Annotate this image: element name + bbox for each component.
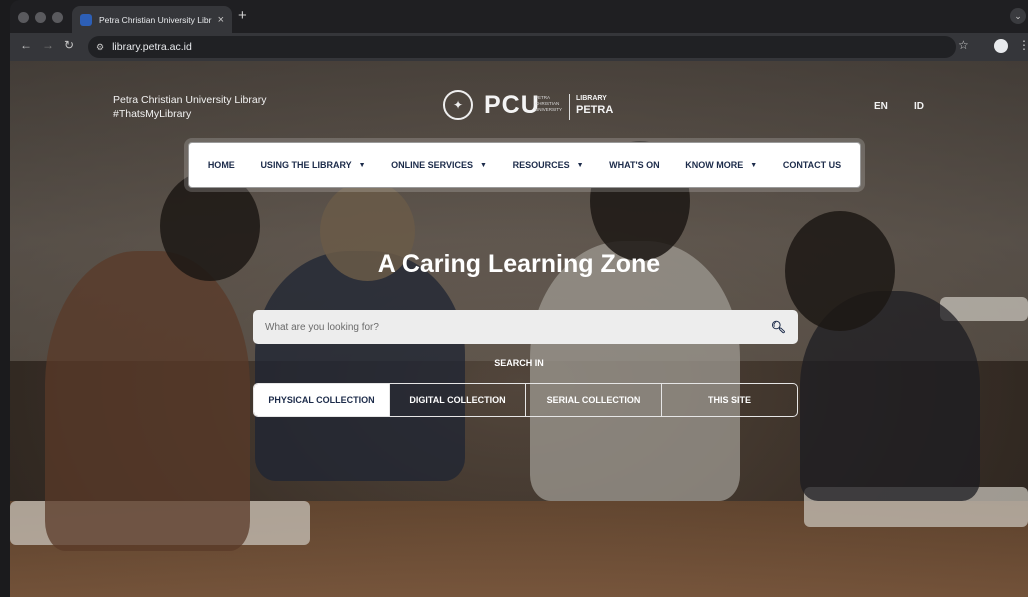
nav-whats-on[interactable]: WHAT'S ON — [609, 160, 659, 170]
scope-physical-collection[interactable]: PHYSICAL COLLECTION — [254, 384, 389, 416]
back-icon[interactable]: ← — [20, 38, 32, 52]
nav-using-the-library[interactable]: USING THE LIBRARY ▼ — [260, 160, 365, 170]
search-input[interactable]: What are you looking for? — [265, 322, 771, 333]
site-brand[interactable]: Petra Christian University Library #That… — [113, 93, 266, 121]
search-box[interactable]: What are you looking for? 🔍︎ — [253, 310, 798, 344]
reload-icon[interactable]: ↻ — [64, 38, 74, 52]
scope-digital-collection[interactable]: DIGITAL COLLECTION — [389, 384, 525, 416]
caret-down-icon: ▼ — [480, 161, 487, 169]
tab-strip: Petra Christian University Libr × + ⌄ — [10, 0, 1028, 33]
caret-down-icon: ▼ — [576, 161, 584, 169]
photo-person-1 — [45, 251, 250, 551]
browser-tab[interactable]: Petra Christian University Libr × — [72, 6, 232, 33]
browser-toolbar: ← → ↻ ⚙ library.petra.ac.id ☆ ⋮ — [10, 33, 1028, 61]
university-seal-icon[interactable]: ✦ — [443, 90, 473, 120]
petra-logo-text: PETRA — [576, 104, 614, 116]
site-settings-icon[interactable]: ⚙ — [96, 42, 104, 53]
nav-home[interactable]: HOME — [208, 160, 235, 170]
nav-online-services[interactable]: ONLINE SERVICES ▼ — [391, 160, 487, 170]
address-bar[interactable]: ⚙ library.petra.ac.id — [88, 36, 956, 58]
language-id-link[interactable]: ID — [914, 101, 924, 112]
browser-window: Petra Christian University Libr × + ⌄ ← … — [10, 0, 1028, 597]
library-logo-text: LIBRARY — [576, 95, 607, 102]
close-tab-icon[interactable]: × — [218, 14, 224, 26]
caret-down-icon: ▼ — [358, 161, 366, 169]
nav-resources-label: RESOURCES — [512, 160, 570, 170]
minimize-window-button[interactable] — [35, 12, 46, 23]
nav-resources[interactable]: RESOURCES ▼ — [513, 160, 584, 170]
zoom-window-button[interactable] — [52, 12, 63, 23]
nav-know-more-label: KNOW MORE — [685, 160, 744, 170]
brand-hashtag: #ThatsMyLibrary — [113, 108, 192, 120]
url-text: library.petra.ac.id — [112, 41, 192, 53]
library-homepage: Petra Christian University Library #That… — [10, 61, 1028, 597]
close-window-button[interactable] — [18, 12, 29, 23]
nav-contact-us-label: CONTACT US — [782, 160, 842, 170]
nav-know-more[interactable]: KNOW MORE ▼ — [685, 160, 757, 170]
forward-icon[interactable]: → — [42, 38, 54, 52]
nav-home-label: HOME — [207, 160, 235, 170]
hero-title: A Caring Learning Zone — [377, 250, 661, 278]
nav-using-the-library-label: USING THE LIBRARY — [260, 160, 352, 170]
browser-menu-icon[interactable]: ⋮ — [1018, 38, 1028, 52]
photo-person-3 — [530, 241, 740, 501]
logo-divider — [569, 94, 570, 120]
nav-online-services-label: ONLINE SERVICES — [391, 160, 474, 170]
pcu-logo-subtext: PETRA CHRISTIAN UNIVERSITY — [535, 95, 563, 112]
pcu-logo-text[interactable]: PCU — [484, 91, 540, 120]
profile-avatar-icon[interactable] — [994, 39, 1008, 53]
nav-contact-us[interactable]: CONTACT US — [783, 160, 841, 170]
brand-name: Petra Christian University Library — [113, 94, 267, 106]
language-en-link[interactable]: EN — [874, 101, 888, 112]
bookmark-star-icon[interactable]: ☆ — [958, 38, 969, 52]
search-icon[interactable]: 🔍︎ — [771, 320, 786, 334]
search-scope-selector: PHYSICAL COLLECTION DIGITAL COLLECTION S… — [253, 383, 798, 417]
scope-serial-collection[interactable]: SERIAL COLLECTION — [525, 384, 661, 416]
nav-whats-on-label: WHAT'S ON — [609, 160, 660, 170]
scope-this-site[interactable]: THIS SITE — [661, 384, 797, 416]
tab-title: Petra Christian University Libr — [99, 14, 212, 25]
favicon-icon — [80, 13, 92, 26]
tab-search-icon[interactable]: ⌄ — [1010, 8, 1026, 24]
caret-down-icon: ▼ — [750, 161, 758, 169]
main-navigation: HOME USING THE LIBRARY ▼ ONLINE SERVICES ▼… — [188, 142, 861, 188]
new-tab-button[interactable]: + — [238, 7, 247, 24]
search-in-label: SEARCH IN — [494, 358, 544, 368]
